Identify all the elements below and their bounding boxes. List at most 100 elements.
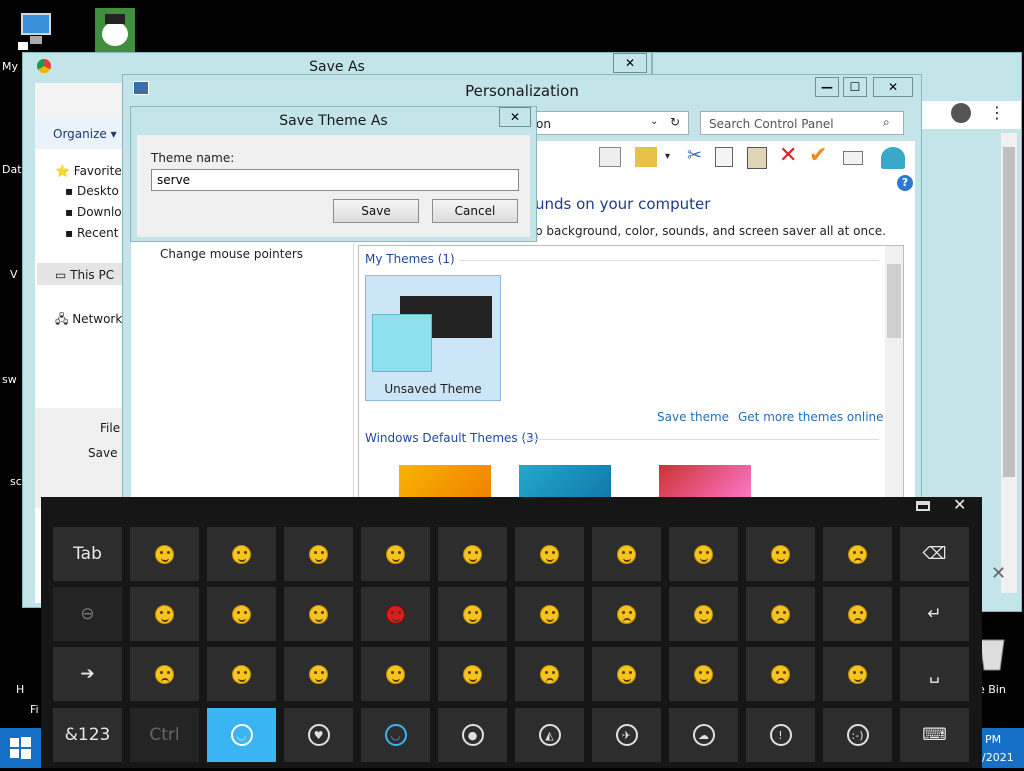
chevron-down-icon[interactable]: ▾ — [665, 151, 670, 162]
emoji-key[interactable] — [515, 527, 584, 581]
nav-desktop[interactable]: ▪ Deskto — [65, 184, 119, 198]
airplane-icon: ✈ — [615, 724, 638, 746]
close-button[interactable]: ✕ — [613, 53, 647, 73]
save-button[interactable]: Save — [333, 199, 419, 223]
browser-scrollbar[interactable] — [1001, 133, 1017, 593]
close-button[interactable]: ✕ — [873, 77, 913, 97]
theme-list-scrollbar[interactable] — [885, 246, 903, 498]
close-button[interactable]: ✕ — [499, 107, 531, 127]
emoji-key[interactable] — [284, 527, 353, 581]
symbols-icon: ! — [769, 724, 792, 746]
emoji-category-people[interactable]: ◡ — [361, 708, 430, 762]
emoji-key[interactable] — [515, 647, 584, 701]
search-input[interactable]: Search Control Panel ⌕ — [700, 111, 904, 135]
numbers-key[interactable]: &123 — [53, 708, 122, 762]
emoji-key[interactable] — [746, 527, 815, 581]
paste-icon[interactable] — [747, 147, 767, 169]
nav-network[interactable]: 🖧 Network — [55, 310, 122, 331]
emoji-key[interactable] — [592, 647, 661, 701]
emoji-key[interactable] — [823, 587, 892, 641]
layout-icon[interactable] — [599, 147, 621, 167]
properties-icon[interactable] — [843, 151, 863, 165]
nav-this-pc[interactable]: ▭ This PC — [55, 268, 114, 282]
emoji-key[interactable] — [438, 527, 507, 581]
emoji-category-hearts[interactable]: ♥ — [284, 708, 353, 762]
emoji-key[interactable] — [592, 527, 661, 581]
dock-icon[interactable] — [916, 501, 930, 511]
emoji-key[interactable] — [207, 647, 276, 701]
computer-icon[interactable] — [16, 10, 56, 50]
emoji-category-travel[interactable]: ✈ — [592, 708, 661, 762]
heart-icon: ♥ — [307, 724, 330, 746]
help-icon[interactable]: ? — [897, 175, 913, 191]
start-button[interactable] — [0, 728, 41, 768]
emoji-category-smileys[interactable]: ◡ — [207, 708, 276, 762]
close-icon[interactable]: ✕ — [953, 495, 966, 514]
emoji-key[interactable] — [361, 587, 430, 641]
enter-key[interactable]: ↵ — [900, 587, 969, 641]
tab-key[interactable]: Tab — [53, 527, 122, 581]
emoji-key[interactable] — [361, 647, 430, 701]
emoji-key[interactable] — [284, 587, 353, 641]
emoji-key[interactable] — [669, 587, 738, 641]
shell-icon[interactable] — [881, 147, 905, 169]
unsaved-theme-tile[interactable]: Unsaved Theme — [365, 275, 501, 401]
emoji-category-symbols[interactable]: ! — [746, 708, 815, 762]
emoji-category-weather[interactable]: ☁ — [669, 708, 738, 762]
close-icon[interactable]: ✕ — [991, 563, 1006, 584]
emoji-key[interactable] — [130, 647, 199, 701]
theme-thumbnail[interactable] — [399, 465, 491, 500]
chevron-down-icon[interactable]: ⌄ — [650, 116, 658, 127]
clock-date: /2021 — [982, 751, 1014, 764]
emoji-key[interactable] — [438, 647, 507, 701]
menu-icon[interactable]: ⋮ — [989, 103, 1005, 122]
folder-icon[interactable] — [635, 147, 657, 167]
emoji-key[interactable] — [823, 527, 892, 581]
emoji-key[interactable] — [284, 647, 353, 701]
keyboard-layout-key[interactable]: ⌨ — [900, 708, 969, 762]
theme-thumbnail[interactable] — [519, 465, 611, 500]
change-mouse-pointers-link[interactable]: Change mouse pointers — [160, 247, 303, 261]
emoji-key[interactable] — [669, 647, 738, 701]
maximize-button[interactable]: ☐ — [843, 77, 867, 97]
desktop-label: sw — [2, 373, 17, 386]
ctrl-key[interactable]: Ctrl — [130, 708, 199, 762]
emoji-key[interactable] — [207, 587, 276, 641]
cancel-button[interactable]: Cancel — [432, 199, 518, 223]
backspace-key[interactable]: ⌫ — [900, 527, 969, 581]
theme-name-input[interactable] — [151, 169, 519, 191]
nav-favorites[interactable]: ⭐ Favorites — [55, 164, 128, 178]
checkmark-icon[interactable]: ✔ — [809, 143, 827, 168]
cut-icon[interactable]: ✂ — [687, 145, 702, 166]
back-key[interactable]: ⊖ — [53, 587, 122, 641]
emoji-key[interactable] — [130, 587, 199, 641]
nav-recent[interactable]: ▪ Recent — [65, 226, 118, 240]
emoji-category-celebration[interactable]: ● — [438, 708, 507, 762]
organize-button[interactable]: Organize ▾ — [53, 127, 117, 141]
get-more-themes-link[interactable]: Get more themes online — [738, 410, 884, 424]
space-key[interactable]: ␣ — [900, 647, 969, 701]
profile-icon[interactable] — [951, 103, 971, 123]
emoji-key[interactable] — [130, 527, 199, 581]
emoji-key[interactable] — [361, 527, 430, 581]
nav-downloads[interactable]: ▪ Downlo — [65, 205, 122, 219]
emoji-key[interactable] — [515, 587, 584, 641]
emoji-key[interactable] — [438, 587, 507, 641]
emoji-key[interactable] — [746, 587, 815, 641]
emoji-key[interactable] — [746, 647, 815, 701]
emoji-key[interactable] — [669, 527, 738, 581]
minimize-button[interactable]: — — [815, 77, 839, 97]
emoji-key[interactable] — [823, 647, 892, 701]
refresh-icon[interactable]: ↻ — [670, 115, 680, 129]
save-theme-link[interactable]: Save theme — [657, 410, 729, 424]
theme-thumbnail[interactable] — [659, 465, 751, 500]
touch-keyboard: ✕ Tab ⌫ ⊖ ↵ ➔ ␣ &123 Ctrl ◡ ♥ ◡ ● ◭ ✈ ☁ … — [41, 495, 982, 768]
delete-icon[interactable]: ✕ — [779, 143, 797, 168]
emoji-key[interactable] — [207, 527, 276, 581]
forward-key[interactable]: ➔ — [53, 647, 122, 701]
emoji-key[interactable] — [592, 587, 661, 641]
emoji-category-food[interactable]: ◭ — [515, 708, 584, 762]
emoji-category-emoticons[interactable]: :-) — [823, 708, 892, 762]
copy-icon[interactable] — [715, 147, 733, 167]
app-icon[interactable] — [95, 8, 135, 52]
